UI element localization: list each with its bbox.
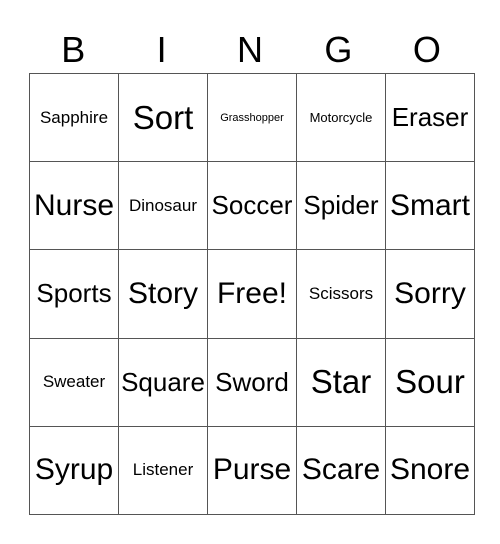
bingo-cell[interactable]: Smart xyxy=(385,161,475,251)
header-letter-n: N xyxy=(237,29,264,70)
grid-row: Sweater Square Sword Star Sour xyxy=(29,337,475,427)
bingo-cell[interactable]: Nurse xyxy=(29,161,119,251)
bingo-header: B I N G O xyxy=(29,28,471,72)
bingo-cell[interactable]: Eraser xyxy=(385,72,475,163)
bingo-cell[interactable]: Listener xyxy=(118,425,208,516)
bingo-cell[interactable]: Square xyxy=(118,337,208,427)
bingo-cell[interactable]: Star xyxy=(296,337,386,427)
bingo-cell[interactable]: Motorcycle xyxy=(296,72,386,163)
bingo-cell[interactable]: Sports xyxy=(29,249,119,339)
header-letter-i: I xyxy=(156,29,167,70)
bingo-cell[interactable]: Snore xyxy=(385,425,475,516)
grid-row: Syrup Listener Purse Scare Snore xyxy=(29,425,475,516)
free-space-cell[interactable]: Free! xyxy=(207,249,297,339)
bingo-cell[interactable]: Scare xyxy=(296,425,386,516)
bingo-cell[interactable]: Purse xyxy=(207,425,297,516)
bingo-cell[interactable]: Scissors xyxy=(296,249,386,339)
bingo-cell[interactable]: Sort xyxy=(118,72,208,163)
bingo-cell[interactable]: Sour xyxy=(385,337,475,427)
grid-row: Sapphire Sort Grasshopper Motorcycle Eraser xyxy=(29,72,475,163)
bingo-cell[interactable]: Sweater xyxy=(29,337,119,427)
header-letter-o: O xyxy=(412,29,441,70)
bingo-cell[interactable]: Syrup xyxy=(29,425,119,516)
bingo-cell[interactable]: Spider xyxy=(296,161,386,251)
bingo-cell[interactable]: Sorry xyxy=(385,249,475,339)
bingo-cell[interactable]: Grasshopper xyxy=(207,72,297,163)
header-letter-g: G xyxy=(324,29,353,70)
bingo-grid: Sapphire Sort Grasshopper Motorcycle Eraser N… xyxy=(29,72,475,516)
bingo-cell[interactable]: Story xyxy=(118,249,208,339)
header-letter-b: B xyxy=(61,29,86,70)
bingo-cell[interactable]: Sword xyxy=(207,337,297,427)
bingo-cell[interactable]: Sapphire xyxy=(29,72,119,163)
bingo-cell[interactable]: Dinosaur xyxy=(118,161,208,251)
grid-row: Nurse Dinosaur Soccer Spider Smart xyxy=(29,161,475,251)
grid-row: Sports Story Free! Scissors Sorry xyxy=(29,249,475,339)
bingo-cell[interactable]: Soccer xyxy=(207,161,297,251)
